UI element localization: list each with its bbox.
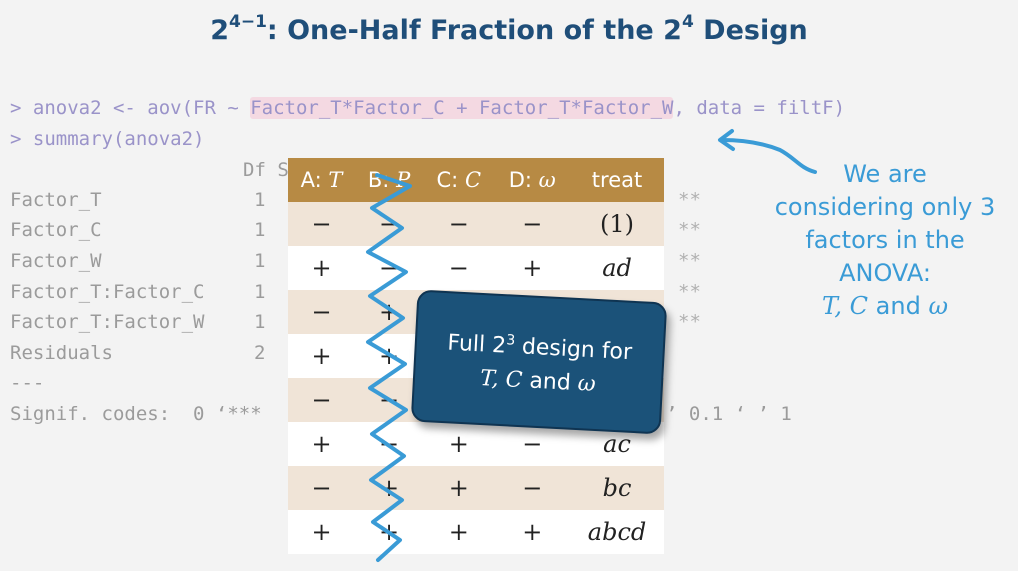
pointer-arrow — [720, 138, 817, 174]
strikeout-zigzag — [366, 173, 412, 562]
annotation-strokes — [366, 129, 817, 562]
full-design-callout: Full 23 design for T, C and ω — [410, 289, 668, 435]
